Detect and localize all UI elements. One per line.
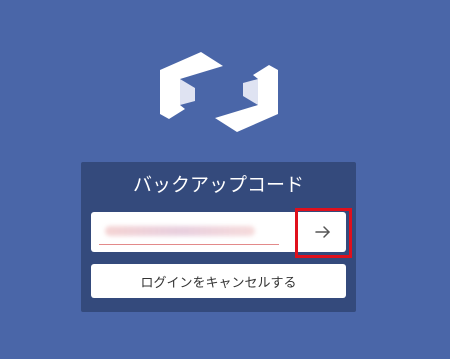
logo-right-chevron — [215, 65, 278, 132]
cancel-login-button[interactable]: ログインをキャンセルする — [91, 264, 346, 298]
logo-left-chevron — [160, 52, 223, 119]
panel-title: バックアップコード — [132, 174, 304, 196]
input-underline — [99, 244, 279, 245]
backup-code-panel: バックアップコード ログインをキャンセルする — [81, 162, 356, 312]
arrow-right-icon — [315, 226, 330, 238]
backup-code-form — [91, 212, 346, 252]
app-logo — [160, 52, 278, 132]
obscured-code-text — [105, 226, 255, 236]
submit-code-button[interactable] — [297, 216, 347, 248]
